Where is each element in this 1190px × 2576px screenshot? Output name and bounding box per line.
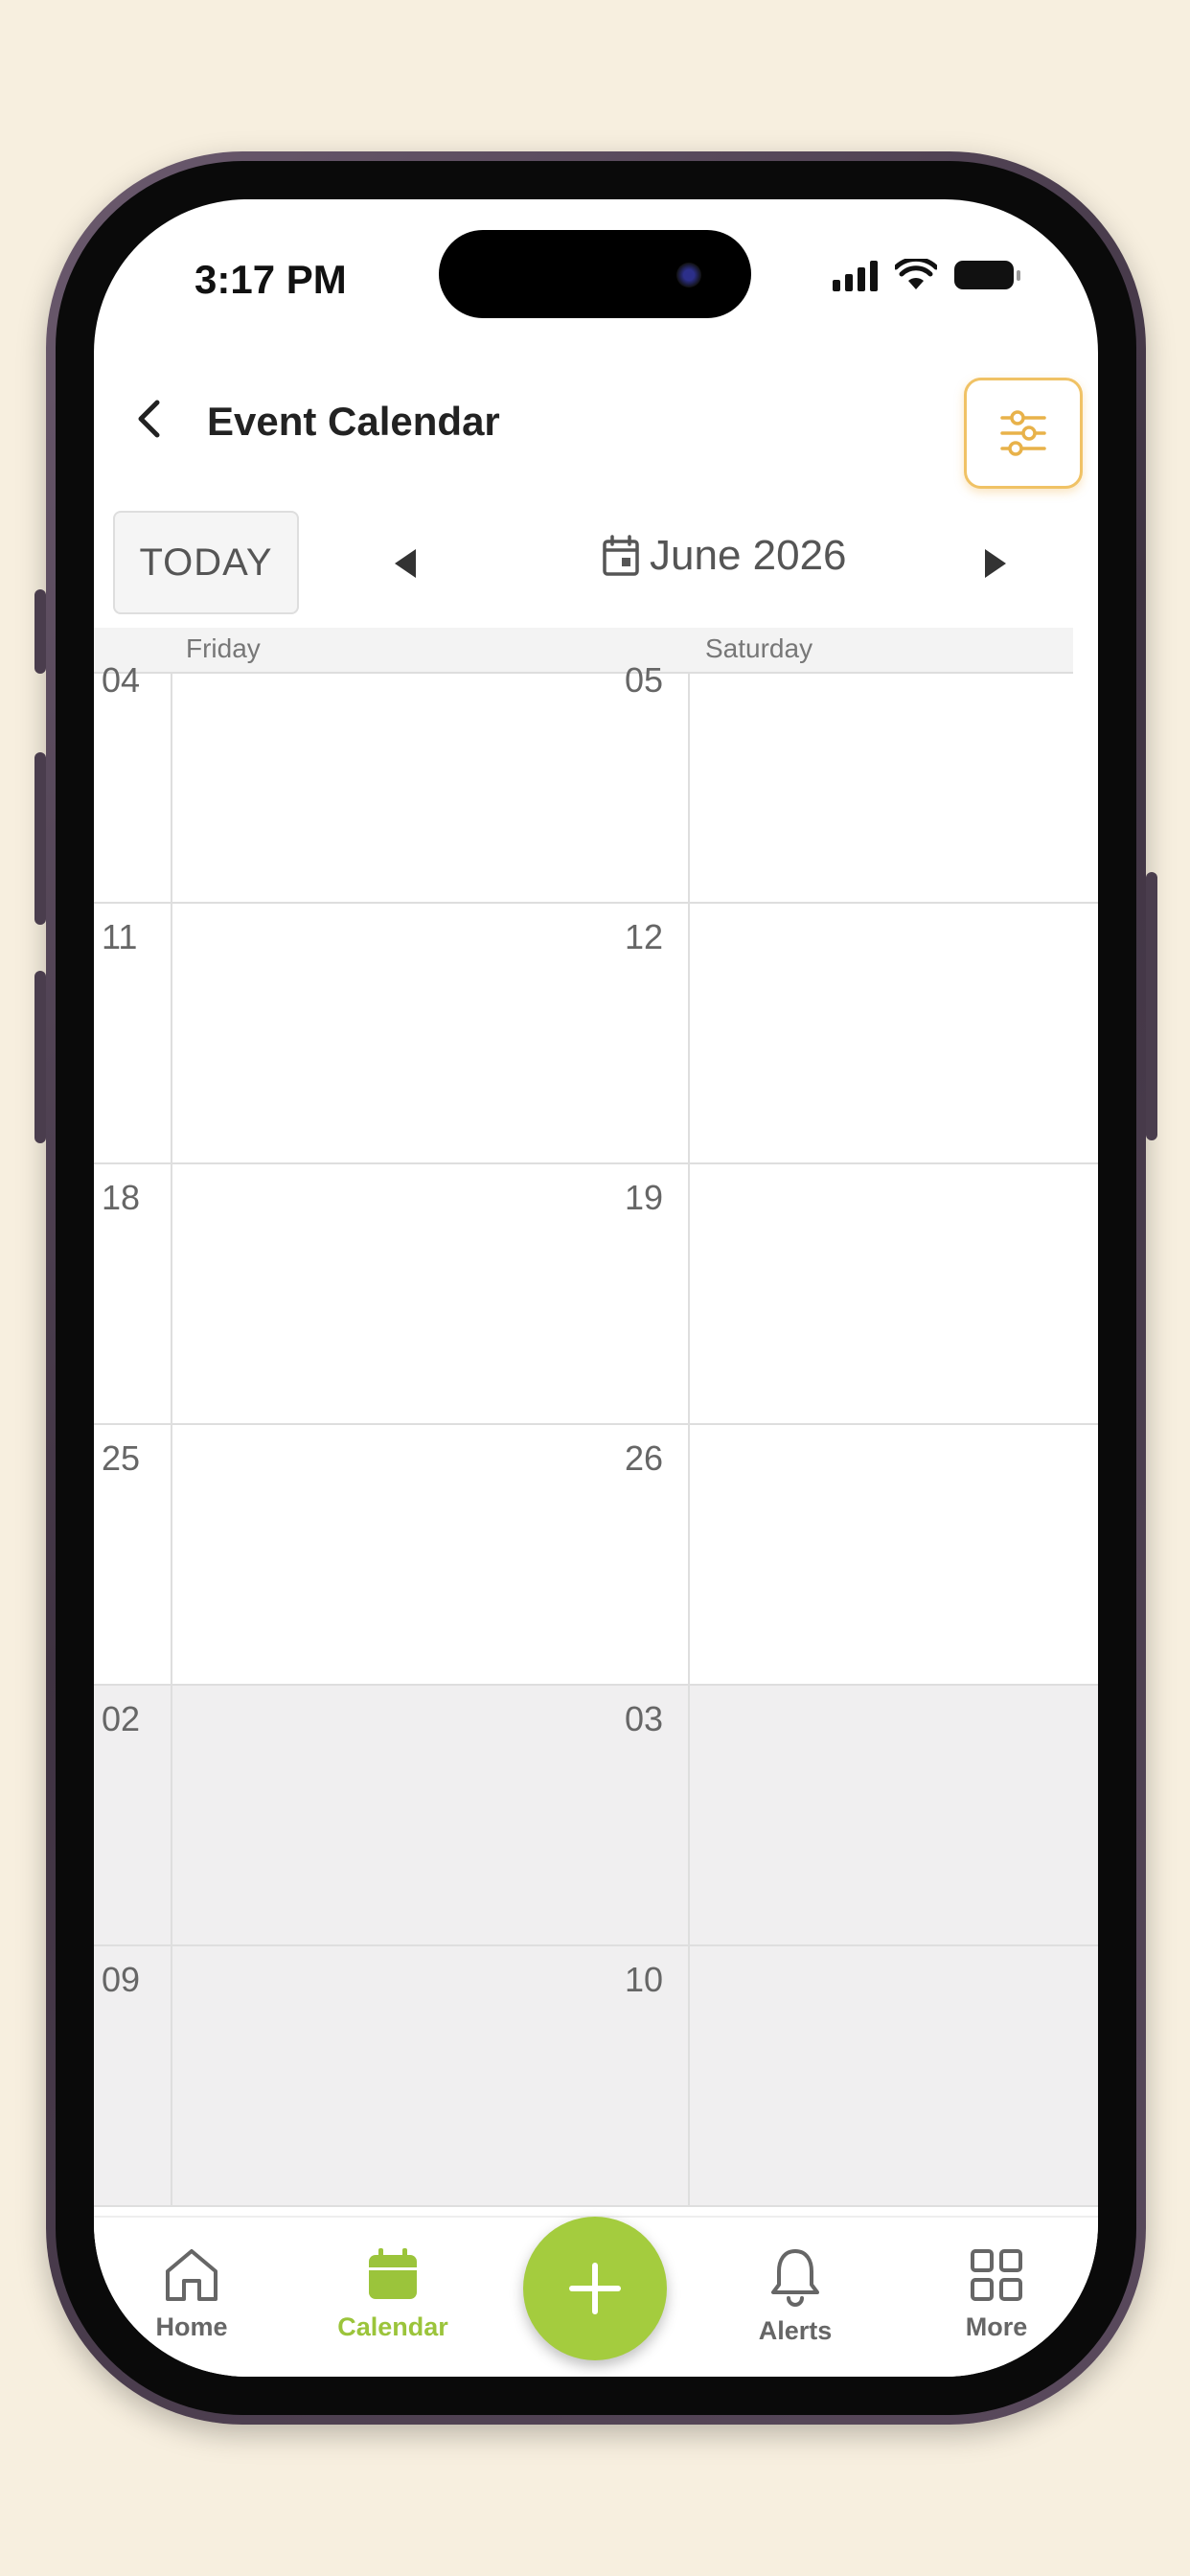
battery-icon [954, 261, 1020, 289]
calendar-toolbar: TODAY June 2026 [94, 511, 1098, 621]
day-header-friday: Friday [186, 633, 261, 663]
silent-switch [34, 589, 46, 674]
day-cell-friday[interactable]: 19 [172, 1164, 690, 1423]
power-button [1146, 872, 1157, 1140]
sliders-icon [1000, 410, 1046, 456]
status-time: 3:17 PM [195, 257, 347, 302]
triangle-left-icon [395, 549, 416, 578]
volume-up-button [34, 752, 46, 925]
tab-label: Home [155, 2312, 228, 2341]
tab-calendar[interactable]: Calendar [316, 2246, 469, 2342]
day-cell-saturday[interactable] [690, 1164, 1098, 1423]
week-number: 04 [102, 660, 141, 700]
week-number-cell[interactable]: 11 [94, 904, 172, 1162]
tab-label: More [965, 2312, 1028, 2341]
tab-label: Alerts [758, 2316, 833, 2345]
month-selector[interactable]: June 2026 [602, 532, 847, 580]
day-cell-friday[interactable]: 05 [172, 660, 690, 902]
day-cell-friday[interactable]: 26 [172, 1425, 690, 1684]
week-number-cell[interactable]: 04 [94, 660, 172, 902]
week-number: 11 [102, 917, 138, 956]
calendar-icon [603, 535, 639, 576]
wifi-icon [895, 259, 937, 289]
day-cell-saturday[interactable] [690, 672, 1098, 902]
day-number: 10 [624, 1960, 663, 1999]
dynamic-island [439, 230, 751, 318]
next-month-button[interactable] [983, 547, 1010, 585]
day-cell-friday[interactable]: 12 [172, 904, 690, 1162]
week-row: 11 12 [94, 904, 1098, 1164]
page-title: Event Calendar [207, 399, 500, 444]
day-number: 05 [624, 660, 663, 700]
day-cell-saturday[interactable] [690, 1686, 1098, 1944]
week-number-cell[interactable]: 02 [94, 1686, 172, 1944]
week-number-cell[interactable]: 25 [94, 1425, 172, 1684]
header: Event Calendar [94, 353, 1098, 489]
prev-month-button[interactable] [391, 547, 418, 585]
cellular-signal-icon [833, 259, 878, 291]
tab-label: Calendar [337, 2312, 448, 2341]
week-row: 02 03 [94, 1686, 1098, 1946]
grid-icon [971, 2249, 1022, 2301]
day-number: 12 [624, 917, 663, 956]
week-row: 04 05 [94, 660, 1098, 904]
filter-button[interactable] [964, 378, 1083, 489]
day-cell-saturday[interactable] [690, 1425, 1098, 1684]
status-icons [833, 259, 1020, 291]
tab-more[interactable]: More [920, 2246, 1073, 2342]
day-cell-saturday[interactable] [690, 904, 1098, 1162]
calendar-icon [369, 2248, 417, 2299]
back-button[interactable] [126, 395, 174, 443]
home-icon [166, 2249, 217, 2301]
week-row: 25 26 [94, 1425, 1098, 1686]
month-label: June 2026 [650, 532, 847, 579]
today-button[interactable]: TODAY [113, 511, 299, 614]
volume-down-button [34, 971, 46, 1143]
day-number: 26 [624, 1438, 663, 1478]
week-row: 09 10 [94, 1946, 1098, 2207]
day-cell-friday[interactable]: 03 [172, 1686, 690, 1944]
week-number: 09 [102, 1960, 141, 1999]
day-number: 03 [624, 1699, 663, 1738]
app-screen: 3:17 PM Event Calendar TODAY June 2026 F… [94, 199, 1098, 2377]
plus-icon [569, 2263, 621, 2314]
tab-alerts[interactable]: Alerts [719, 2246, 872, 2346]
week-number-cell[interactable]: 18 [94, 1164, 172, 1423]
week-row: 18 19 [94, 1164, 1098, 1425]
day-cell-saturday[interactable] [690, 1946, 1098, 2205]
week-number: 02 [102, 1699, 141, 1738]
add-event-button[interactable] [523, 2217, 667, 2360]
week-number: 25 [102, 1438, 141, 1478]
bell-icon [771, 2249, 819, 2307]
tab-home[interactable]: Home [115, 2246, 268, 2342]
day-header-saturday: Saturday [705, 633, 813, 663]
day-header-row: Friday Saturday [94, 628, 1073, 674]
camera-icon [676, 263, 701, 288]
day-cell-friday[interactable]: 10 [172, 1946, 690, 2205]
chevron-left-icon [138, 400, 160, 438]
triangle-right-icon [985, 549, 1006, 578]
week-number: 18 [102, 1178, 141, 1217]
week-number-cell[interactable]: 09 [94, 1946, 172, 2205]
day-number: 19 [624, 1178, 663, 1217]
